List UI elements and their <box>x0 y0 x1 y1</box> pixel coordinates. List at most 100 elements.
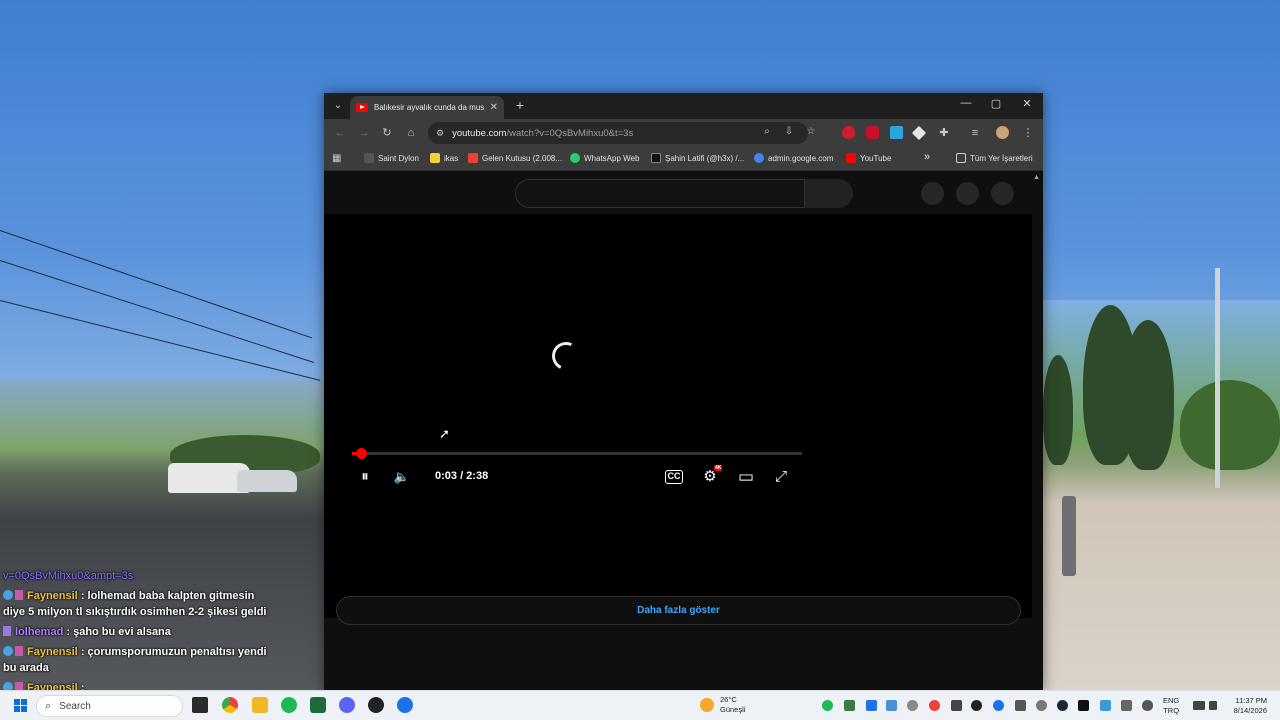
youtube-page: ▲ ➚ ⏸ 🔈 0:03 / 2:38 CC ⚙ 4K ▭ ⤢ Daha faz… <box>324 172 1043 690</box>
tray-app-icon[interactable] <box>1100 700 1111 711</box>
tree <box>1180 380 1280 470</box>
bollard <box>1062 496 1076 576</box>
spotify-icon[interactable] <box>281 697 297 713</box>
chrome-taskbar-icon[interactable] <box>222 697 238 713</box>
bookmark-ikas[interactable]: ikas <box>430 153 458 163</box>
chat-badge-icon <box>15 590 23 600</box>
tray-spotify-icon[interactable] <box>822 700 833 711</box>
bookmark-youtube[interactable]: YouTube <box>846 153 891 163</box>
search-icon: ⌕ <box>45 699 52 712</box>
weather-widget[interactable]: 26°C Güneşli <box>700 695 745 715</box>
extension-red-icon[interactable] <box>842 126 855 139</box>
tray-app-icon[interactable] <box>907 700 918 711</box>
show-more-button[interactable]: Daha fazla göster <box>336 596 1021 625</box>
gmail-icon <box>468 153 478 163</box>
bookmarks-overflow-chevron[interactable]: » <box>924 151 930 163</box>
bookmark-x-profile[interactable]: Şahin Latifi (@h3x) /... <box>651 153 744 163</box>
scroll-up-arrow-icon[interactable]: ▲ <box>1033 174 1040 181</box>
weather-temp: 26°C <box>720 695 737 704</box>
tray-shield-icon[interactable] <box>866 700 877 711</box>
tray-chrome-icon[interactable] <box>929 700 940 711</box>
forward-arrow-icon[interactable]: → <box>356 125 372 141</box>
tab-youtube[interactable]: Balıkesir ayvalık cunda da must ✕ <box>350 96 504 119</box>
chat-text: : şaho bu evi alsana <box>66 626 171 638</box>
network-icon[interactable] <box>1193 701 1205 710</box>
bookmark-saint-dylon[interactable]: Saint Dylon <box>364 153 419 163</box>
power-line <box>0 230 313 339</box>
extension-adblock-icon[interactable] <box>866 126 879 139</box>
progress-scrubber[interactable] <box>355 448 367 459</box>
system-clock[interactable]: 11:37 PM 8/14/2026 <box>1225 696 1267 716</box>
tab-close-icon[interactable]: ✕ <box>490 102 498 113</box>
maximize-icon[interactable]: ▢ <box>987 97 1005 110</box>
close-window-icon[interactable]: ✕ <box>1018 97 1036 110</box>
home-icon[interactable]: ⌂ <box>403 125 419 141</box>
reload-icon[interactable]: ↻ <box>379 125 395 141</box>
taskbar-search-box[interactable]: ⌕ Search <box>36 695 183 717</box>
tray-app-icon[interactable] <box>1015 700 1026 711</box>
windows-start-icon[interactable] <box>14 699 28 713</box>
zoom-icon[interactable]: ⌕ <box>760 126 774 137</box>
mouse-cursor-icon: ➚ <box>439 426 450 441</box>
chat-badge-icon <box>3 646 13 656</box>
extensions-puzzle-icon[interactable]: ✚ <box>936 125 952 141</box>
car <box>237 470 297 492</box>
bookmark-gmail[interactable]: Gelen Kutusu (2.008... <box>468 153 562 163</box>
bookmarks-bar: ▦ Saint Dylon ikas Gelen Kutusu (2.008..… <box>324 147 1043 171</box>
volume-icon[interactable]: 🔈 <box>391 466 413 488</box>
tray-app-icon[interactable] <box>886 700 897 711</box>
reading-list-icon[interactable]: ≡ <box>967 125 983 141</box>
pause-icon[interactable]: ⏸ <box>354 466 376 488</box>
youtube-search-button[interactable] <box>805 179 853 208</box>
bookmark-admin-google[interactable]: admin.google.com <box>754 153 833 163</box>
site-info-icon[interactable]: ⚙ <box>436 128 444 139</box>
video-player[interactable]: ➚ ⏸ 🔈 0:03 / 2:38 CC ⚙ 4K ▭ ⤢ <box>324 214 1032 618</box>
account-avatar[interactable] <box>991 182 1014 205</box>
minimize-icon[interactable]: — <box>957 97 975 109</box>
address-bar[interactable]: ⚙ youtube.com/watch?v=0QsBvMihxu0&t=3s ⌕… <box>428 122 815 144</box>
apps-grid-icon[interactable]: ▦ <box>332 153 341 164</box>
bookmark-whatsapp[interactable]: WhatsApp Web <box>570 153 639 163</box>
youtube-favicon-icon <box>356 103 368 112</box>
extension-translate-icon[interactable] <box>890 126 903 139</box>
speaker-icon[interactable] <box>1209 701 1217 710</box>
taskbar-search-placeholder: Search <box>59 700 91 712</box>
browser-toolbar: ← → ↻ ⌂ ⚙ youtube.com/watch?v=0QsBvMihxu… <box>324 119 1043 147</box>
create-icon[interactable] <box>921 182 944 205</box>
whatsapp-icon <box>570 153 580 163</box>
notifications-icon[interactable] <box>956 182 979 205</box>
app-blue-icon[interactable] <box>397 697 413 713</box>
tray-app-icon[interactable] <box>993 700 1004 711</box>
new-tab-plus-icon[interactable]: + <box>512 97 528 113</box>
more-menu-icon[interactable]: ⋮ <box>1020 125 1036 141</box>
tray-app-icon[interactable] <box>844 700 855 711</box>
subtitles-icon[interactable]: CC <box>665 470 683 484</box>
install-app-icon[interactable]: ⇩ <box>782 126 796 137</box>
language-indicator[interactable]: ENG TRQ <box>1163 696 1179 716</box>
tray-app-icon[interactable] <box>951 700 962 711</box>
file-explorer-icon[interactable] <box>252 697 268 713</box>
extension-diamond-icon[interactable] <box>911 125 927 141</box>
microphone-icon[interactable] <box>1142 700 1153 711</box>
tab-search-chevron-icon[interactable]: ⌄ <box>330 98 346 114</box>
github-icon[interactable] <box>368 697 384 713</box>
clock-date: 8/14/2026 <box>1233 706 1267 715</box>
profile-avatar[interactable] <box>996 126 1009 139</box>
tray-app-icon[interactable] <box>971 700 982 711</box>
terminal-icon[interactable] <box>310 697 326 713</box>
bookmark-star-icon[interactable]: ☆ <box>804 126 818 137</box>
quality-badge: 4K <box>714 465 723 471</box>
all-bookmarks-folder[interactable]: Tüm Yer İşaretleri <box>956 153 1033 163</box>
tray-app-icon[interactable] <box>1036 700 1047 711</box>
tray-steam-icon[interactable] <box>1057 700 1068 711</box>
theater-mode-icon[interactable]: ▭ <box>735 466 757 488</box>
back-arrow-icon[interactable]: ← <box>332 125 348 141</box>
task-view-icon[interactable] <box>192 697 208 713</box>
chat-username: lolhemad <box>15 626 64 638</box>
progress-bar[interactable] <box>352 448 802 459</box>
tray-app-icon[interactable] <box>1078 700 1089 711</box>
tray-app-icon[interactable] <box>1121 700 1132 711</box>
fullscreen-icon[interactable]: ⤢ <box>770 466 792 488</box>
discord-icon[interactable] <box>339 697 355 713</box>
youtube-search-input[interactable] <box>515 179 805 208</box>
